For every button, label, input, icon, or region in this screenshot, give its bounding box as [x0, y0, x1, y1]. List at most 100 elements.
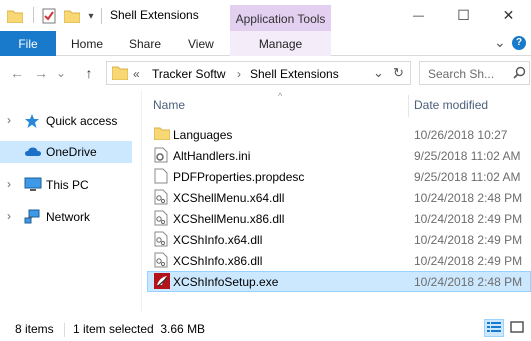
recent-locations-button[interactable]: ⌄ — [55, 64, 67, 82]
properties-icon[interactable] — [40, 6, 58, 26]
folder-icon — [153, 126, 171, 142]
cloud-icon — [24, 144, 42, 160]
dll-icon — [154, 210, 170, 226]
document-icon — [154, 168, 170, 184]
search-icon — [513, 66, 526, 82]
close-button[interactable]: ✕ — [486, 0, 531, 31]
breadcrumb-separator[interactable]: › — [237, 67, 241, 81]
file-date: 10/24/2018 2:49 PM — [414, 212, 523, 226]
exe-icon — [154, 273, 170, 289]
address-dropdown-icon[interactable]: ⌄ — [373, 65, 384, 81]
file-date: 10/24/2018 2:48 PM — [414, 275, 523, 289]
expand-chevron-icon[interactable]: › — [7, 209, 11, 223]
file-date: 9/25/2018 11:02 AM — [414, 149, 521, 163]
file-date: 9/25/2018 11:02 AM — [414, 170, 521, 184]
sort-caret-icon: ^ — [278, 91, 283, 101]
minimize-button[interactable]: — — [396, 0, 441, 31]
large-icons-view-button[interactable] — [507, 319, 527, 337]
file-row[interactable]: PDFProperties.propdesc 9/25/2018 11:02 A… — [147, 166, 531, 187]
title-bar: ▾ Shell Extensions Application Tools — ☐… — [0, 0, 531, 31]
nav-item-label: OneDrive — [46, 145, 97, 159]
tab-view[interactable]: View — [188, 37, 214, 51]
dll-icon — [154, 231, 170, 247]
maximize-button[interactable]: ☐ — [441, 0, 486, 31]
expand-chevron-icon[interactable]: › — [7, 113, 11, 127]
breadcrumb-tracker[interactable]: Tracker Softw — [152, 67, 226, 81]
expand-ribbon-icon[interactable]: ⌄ — [494, 34, 506, 51]
folder-icon — [111, 65, 129, 83]
star-icon — [24, 113, 42, 129]
refresh-icon[interactable]: ↻ — [393, 65, 404, 81]
column-divider[interactable] — [408, 95, 409, 117]
back-button[interactable]: ← — [7, 64, 27, 82]
column-header-label: Name — [153, 98, 186, 112]
customize-toolbar-icon[interactable]: ▾ — [85, 6, 97, 26]
file-name: XCShInfo.x86.dll — [173, 254, 263, 268]
nav-item-label: Network — [46, 210, 91, 224]
nav-item-network[interactable]: › Network — [0, 206, 132, 228]
nav-item-this-pc[interactable]: › This PC — [0, 174, 132, 196]
vertical-scrollbar[interactable] — [514, 90, 531, 311]
file-date: 10/24/2018 2:48 PM — [414, 191, 523, 205]
tab-home[interactable]: Home — [71, 37, 103, 51]
network-icon — [24, 209, 42, 225]
divider — [101, 8, 102, 24]
file-name: XCShellMenu.x64.dll — [173, 191, 285, 205]
file-row[interactable]: Languages 10/26/2018 10:27 — [147, 124, 531, 145]
details-view-icon — [487, 321, 501, 336]
file-row[interactable]: XCShInfo.x64.dll 10/24/2018 2:49 PM — [147, 229, 531, 250]
address-row: ← → ⌄ ↑ « Tracker Softw › Shell Extensio… — [0, 56, 531, 90]
file-name: AltHandlers.ini — [173, 149, 251, 163]
new-folder-icon[interactable] — [63, 6, 81, 26]
file-name: PDFProperties.propdesc — [173, 170, 305, 184]
nav-item-onedrive[interactable]: OneDrive — [0, 141, 132, 163]
navigation-pane: › Quick access OneDrive › This PC › Netw… — [0, 90, 141, 311]
file-date: 10/24/2018 2:49 PM — [414, 254, 523, 268]
file-date: 10/24/2018 2:49 PM — [414, 233, 523, 247]
nav-item-quick-access[interactable]: › Quick access — [0, 110, 132, 132]
dll-icon — [154, 189, 170, 205]
tab-file[interactable]: File — [0, 31, 56, 56]
divider — [33, 7, 34, 23]
address-bar[interactable]: « Tracker Softw › Shell Extensions ⌄ ↻ — [106, 61, 411, 85]
file-row-selected[interactable]: XCShInfoSetup.exe 10/24/2018 2:48 PM — [147, 271, 531, 292]
search-box[interactable]: Search Sh... — [419, 61, 530, 85]
column-header-name[interactable]: ^ Name — [153, 91, 408, 117]
large-icons-view-icon — [510, 320, 524, 336]
file-name: Languages — [173, 128, 233, 142]
status-bar: 8 items 1 item selected 3.66 MB — [0, 311, 531, 341]
computer-icon — [24, 177, 42, 193]
file-name: XCShInfo.x64.dll — [173, 233, 263, 247]
file-row[interactable]: AltHandlers.ini 9/25/2018 11:02 AM — [147, 145, 531, 166]
context-tab-group: Application Tools — [230, 5, 331, 31]
forward-button[interactable]: → — [31, 64, 51, 82]
maximize-icon: ☐ — [457, 7, 470, 23]
close-icon: ✕ — [502, 7, 515, 23]
selection-info: 1 item selected 3.66 MB — [73, 322, 206, 336]
details-view-button[interactable] — [484, 319, 504, 337]
file-list: ^ Name Date modified Languages 10/26/201… — [143, 90, 531, 311]
search-input[interactable]: Search Sh... — [428, 67, 494, 81]
window-title: Shell Extensions — [110, 8, 199, 22]
breadcrumb-shell-extensions[interactable]: Shell Extensions — [250, 67, 339, 81]
file-name: XCShellMenu.x86.dll — [173, 212, 285, 226]
tab-share[interactable]: Share — [129, 37, 161, 51]
tab-manage[interactable]: Manage — [230, 31, 331, 56]
column-header-label: Date modified — [414, 98, 489, 112]
folder-icon[interactable] — [6, 6, 24, 26]
nav-item-label: Quick access — [46, 114, 118, 128]
file-row[interactable]: XCShellMenu.x86.dll 10/24/2018 2:49 PM — [147, 208, 531, 229]
pane-divider[interactable] — [141, 90, 142, 311]
settings-file-icon — [154, 147, 170, 163]
file-row[interactable]: XCShellMenu.x64.dll 10/24/2018 2:48 PM — [147, 187, 531, 208]
file-row[interactable]: XCShInfo.x86.dll 10/24/2018 2:49 PM — [147, 250, 531, 271]
dll-icon — [154, 252, 170, 268]
item-count: 8 items — [15, 322, 54, 336]
minimize-icon: — — [413, 9, 424, 22]
expand-chevron-icon[interactable]: › — [7, 177, 11, 191]
file-name: XCShInfoSetup.exe — [173, 275, 279, 289]
file-date: 10/26/2018 10:27 — [414, 128, 508, 142]
help-icon[interactable]: ? — [512, 36, 526, 50]
breadcrumb-overflow[interactable]: « — [133, 67, 140, 81]
up-button[interactable]: ↑ — [79, 64, 99, 82]
